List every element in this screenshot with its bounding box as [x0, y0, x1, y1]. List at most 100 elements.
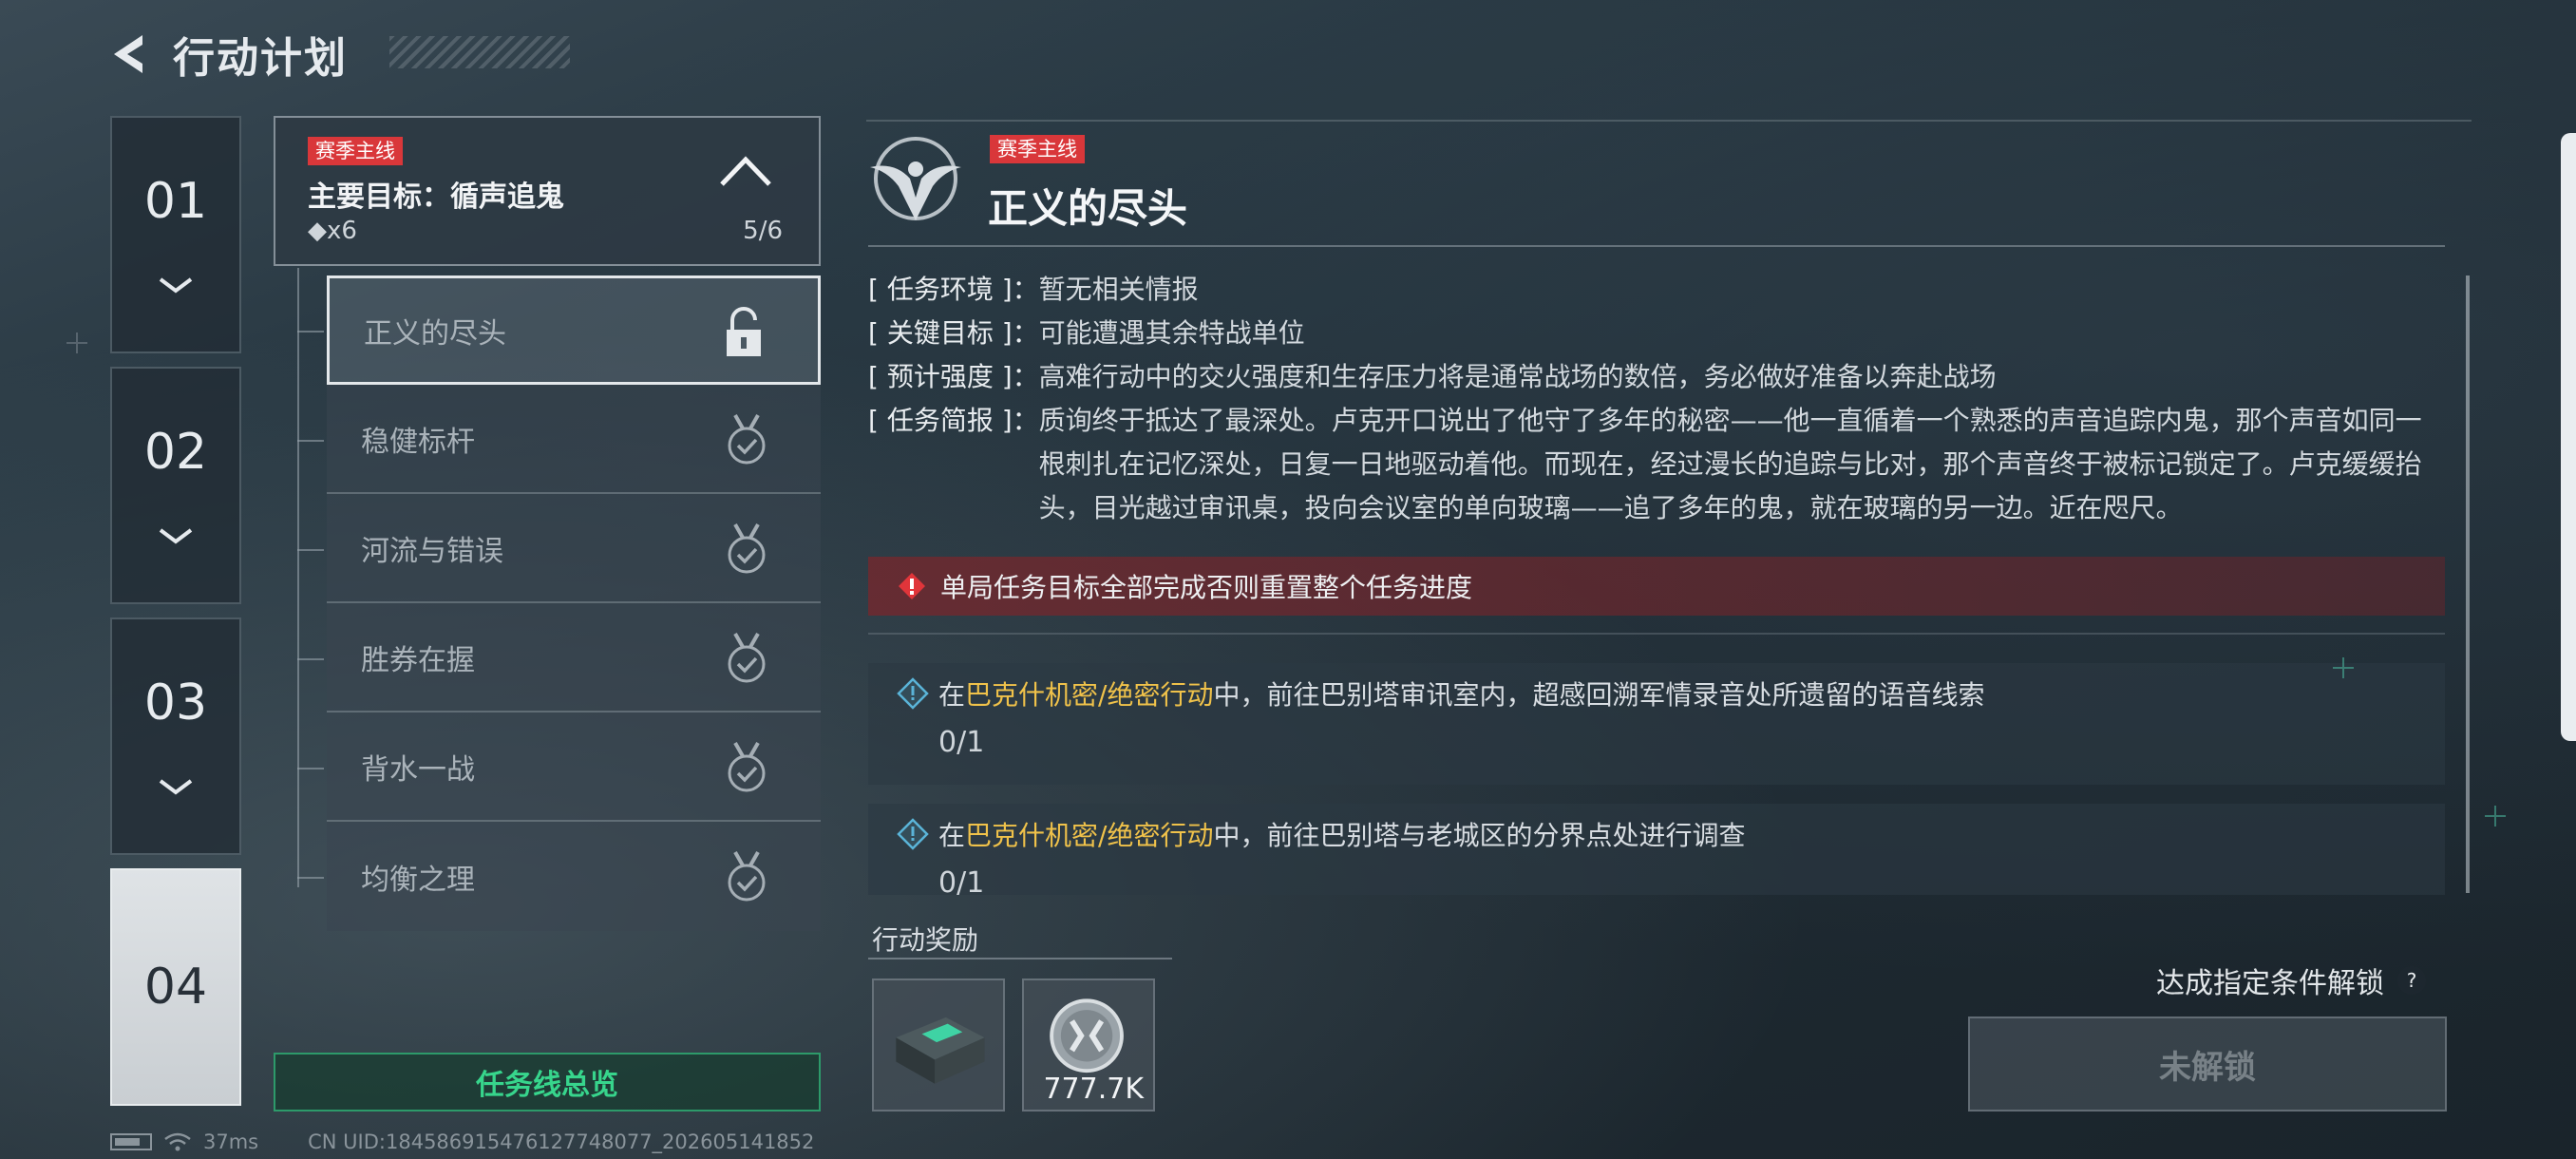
page-title: 行动计划 — [173, 34, 348, 83]
objective-location: 巴克什机密/绝密行动 — [965, 679, 1214, 711]
info-key: [ 任务环境 ]： — [868, 274, 1039, 305]
title-divider — [868, 245, 2445, 247]
eagle-emblem-icon — [870, 137, 961, 220]
completed-medal-icon — [728, 633, 766, 683]
crosshair-decoration-icon — [66, 332, 87, 353]
objective-item: 在 巴克什机密/绝密行动 中，前往巴别塔审讯室内，超感回溯军情录音处所遗留的语音… — [868, 663, 2445, 785]
battery-icon — [110, 1133, 152, 1150]
chapter-tab-04[interactable]: 04 — [110, 868, 241, 1106]
chapter-number: 03 — [143, 674, 208, 732]
chapter-tab-02[interactable]: 02 — [110, 367, 241, 604]
back-arrow-icon[interactable] — [104, 29, 154, 79]
unlock-hint-text: 达成指定条件解锁 — [2156, 967, 2384, 1000]
sub-mission-item[interactable]: 河流与错误 — [327, 494, 821, 603]
section-divider — [868, 633, 2445, 635]
panel-top-rule — [866, 120, 2472, 122]
ping-text: 37ms — [203, 1130, 259, 1153]
info-value: 暂无相关情报 — [1038, 274, 1199, 305]
completed-medal-icon — [728, 414, 766, 465]
objective-progress: 0/1 — [938, 866, 985, 895]
chapter-number: 04 — [143, 959, 208, 1016]
mission-detail-title: 正义的尽头 — [988, 185, 1188, 232]
info-value: 高难行动中的交火强度和生存压力将是通常战场的数倍，务必做好准备以奔赴战场 — [1038, 361, 1997, 392]
tree-branch — [297, 768, 324, 770]
sub-mission-label: 均衡之理 — [361, 863, 475, 897]
completed-medal-icon — [728, 742, 766, 792]
sub-mission-item[interactable]: 胜券在握 — [327, 603, 821, 712]
rewards-underline — [868, 958, 1172, 960]
completed-medal-icon — [728, 851, 766, 902]
wifi-icon — [164, 1132, 191, 1151]
reward-item[interactable] — [872, 978, 1005, 1112]
info-value: 质询终于抵达了最深处。卢克开口说出了他守了多年的秘密——他一直循着一个熟悉的声音… — [1038, 405, 2422, 523]
info-row-environment: [ 任务环境 ]： 暂无相关情报 — [868, 268, 2435, 312]
sub-mission-label: 稳健标杆 — [361, 425, 475, 459]
warning-banner: 单局任务目标全部完成否则重置整个任务进度 — [868, 557, 2445, 616]
chevron-down-icon — [159, 528, 193, 544]
crosshair-decoration-icon — [2333, 657, 2354, 678]
sub-mission-label: 背水一战 — [361, 752, 475, 787]
chapter-number: 02 — [143, 424, 208, 481]
objective-text: 中，前往巴别塔审讯室内，超感回溯军情录音处所遗留的语音线索 — [1213, 679, 1985, 711]
info-value: 可能遭遇其余特战单位 — [1038, 317, 1305, 349]
chapter-tab-01[interactable]: 01 — [110, 116, 241, 353]
info-diamond-icon — [897, 818, 929, 850]
crosshair-decoration-icon — [2485, 806, 2506, 826]
objective-location: 巴克什机密/绝密行动 — [965, 820, 1214, 851]
header: 行动计划 — [104, 21, 348, 87]
chapter-number: 01 — [143, 173, 208, 230]
mission-title: 主要目标：循声追鬼 — [308, 180, 564, 214]
chevron-down-icon — [159, 277, 193, 294]
status-footer: 37ms CN UID:18458691547612774807​7_20260… — [110, 1130, 814, 1153]
reward-count: 777.7K — [1043, 1073, 1144, 1106]
sub-mission-label: 正义的尽头 — [364, 316, 506, 351]
uid-text: CN UID:18458691547612774807​7_2026051418… — [308, 1130, 815, 1153]
info-key: [ 预计强度 ]： — [868, 361, 1039, 392]
sub-mission-item[interactable]: 正义的尽头 — [327, 276, 821, 385]
chevron-up-icon[interactable] — [716, 152, 775, 190]
sub-mission-item[interactable]: 背水一战 — [327, 712, 821, 822]
info-key: [ 任务简报 ]： — [868, 405, 1039, 436]
season-main-tag: 赛季主线 — [308, 137, 403, 165]
header-decoration — [389, 36, 570, 68]
chapter-tab-03[interactable]: 03 — [110, 618, 241, 855]
screen-edge-highlight — [2561, 133, 2576, 741]
tree-branch — [297, 658, 324, 660]
objective-prefix: 在 — [938, 679, 966, 711]
completed-medal-icon — [728, 523, 766, 574]
mission-header-card[interactable]: 赛季主线 主要目标：循声追鬼 ◆x6 5/6 — [274, 116, 821, 266]
info-diamond-icon — [897, 677, 929, 710]
locked-button[interactable]: 未解锁 — [1968, 1016, 2447, 1112]
tree-connector — [297, 268, 299, 887]
info-row-difficulty: [ 预计强度 ]： 高难行动中的交火强度和生存压力将是通常战场的数倍，务必做好准… — [868, 355, 2435, 399]
objective-prefix: 在 — [938, 820, 966, 851]
info-row-briefing: [ 任务简报 ]： 质询终于抵达了最深处。卢克开口说出了他守了多年的秘密——他一… — [868, 399, 2435, 530]
objective-text: 中，前往巴别塔与老城区的分界点处进行调查 — [1213, 820, 1746, 851]
help-icon[interactable]: ? — [2397, 966, 2426, 995]
info-row-key-target: [ 关键目标 ]： 可能遭遇其余特战单位 — [868, 312, 2435, 355]
sub-mission-label: 胜券在握 — [361, 643, 475, 677]
objective-item: 在 巴克什机密/绝密行动 中，前往巴别塔与老城区的分界点处进行调查 0/1 — [868, 804, 2445, 895]
tree-branch — [297, 877, 324, 879]
reward-item[interactable]: 777.7K — [1022, 978, 1155, 1112]
info-key: [ 关键目标 ]： — [868, 317, 1039, 349]
objective-progress: 0/1 — [938, 726, 985, 759]
mission-overview-button[interactable]: 任务线总览 — [274, 1053, 821, 1112]
mission-progress: 5/6 — [743, 217, 783, 245]
warning-text: 单局任务目标全部完成否则重置整个任务进度 — [940, 572, 1473, 603]
sub-mission-item[interactable]: 均衡之理 — [327, 822, 821, 931]
tree-branch — [297, 440, 324, 442]
sub-mission-label: 河流与错误 — [361, 534, 503, 568]
rewards-label: 行动奖励 — [872, 924, 979, 956]
warning-icon — [899, 573, 925, 599]
sub-mission-item[interactable]: 稳健标杆 — [327, 385, 821, 494]
mission-info: [ 任务环境 ]： 暂无相关情报 [ 关键目标 ]： 可能遭遇其余特战单位 [ … — [868, 268, 2435, 530]
unlock-condition: 达成指定条件解锁 ? — [2156, 960, 2426, 1001]
detail-scrollbar[interactable] — [2466, 276, 2470, 893]
chevron-down-icon — [159, 779, 193, 795]
mission-reward-count: ◆x6 — [308, 217, 357, 245]
supply-box-icon — [896, 1016, 985, 1084]
tree-branch — [297, 549, 324, 551]
unlocked-padlock-icon — [727, 307, 761, 356]
tree-branch — [297, 331, 324, 332]
